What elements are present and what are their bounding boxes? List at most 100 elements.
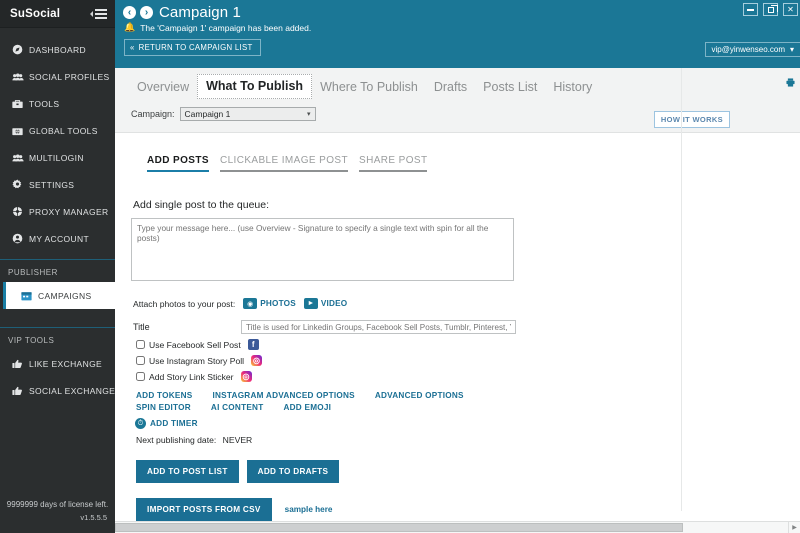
sidebar-item-proxy-manager[interactable]: PROXY MANAGER [0,198,115,225]
sidebar-item-settings[interactable]: SETTINGS [0,171,115,198]
add-story-link-sticker-checkbox[interactable] [136,372,145,381]
campaign-selector-label: Campaign: [131,109,175,119]
subtab-add-posts[interactable]: ADD POSTS [147,155,209,172]
attach-video-button[interactable]: ► VIDEO [303,298,348,309]
add-timer-row[interactable]: ⏱ ADD TIMER [135,418,800,429]
sidebar-item-like-exchange[interactable]: LIKE EXCHANGE [0,350,115,377]
arrow-right-circle-icon[interactable]: › [140,6,153,19]
sidebar-item-label: MY ACCOUNT [29,233,90,244]
campaign-select[interactable]: Campaign 1 ▾ [179,107,316,121]
tab-posts-list[interactable]: Posts List [475,76,545,99]
add-emoji-link[interactable]: ADD EMOJI [283,403,331,412]
title-field-row: Title [133,320,800,334]
add-to-drafts-button[interactable]: ADD TO DRAFTS [246,460,340,483]
facebook-sell-post-checkbox[interactable] [136,340,145,349]
instagram-icon: ◎ [240,371,252,382]
sidebar: SuSocial DASHBOARD SOCIAL PROFILES TOOLS… [0,0,115,533]
attach-photos-button[interactable]: ◉ PHOTOS [243,298,296,309]
application-window: SuSocial DASHBOARD SOCIAL PROFILES TOOLS… [0,0,800,533]
return-to-campaign-list-button[interactable]: « RETURN TO CAMPAIGN LIST [124,39,261,56]
user-email: vip@yinwenseo.com [711,45,785,54]
arrow-left-circle-icon[interactable]: ‹ [123,6,136,19]
restore-button[interactable] [763,3,778,16]
caret-left-icon [90,10,93,17]
sample-here-link[interactable]: sample here [285,505,333,514]
how-it-works-button[interactable]: HOW IT WORKS [653,111,730,128]
campaign-select-value: Campaign 1 [184,109,231,119]
primary-action-row: ADD TO POST LIST ADD TO DRAFTS [136,460,800,483]
user-account-menu[interactable]: vip@yinwenseo.com ▾ [704,42,800,57]
option-links-row-2: SPIN EDITOR AI CONTENT ADD EMOJI [136,403,800,412]
tab-drafts[interactable]: Drafts [426,76,475,99]
sidebar-item-label: DASHBOARD [29,44,86,55]
subtab-share-post[interactable]: SHARE POST [359,155,428,172]
calendar-icon [21,291,35,301]
sidebar-item-dashboard[interactable]: DASHBOARD [0,36,115,63]
ai-content-link[interactable]: AI CONTENT [211,403,264,412]
sidebar-item-multilogin[interactable]: MULTILOGIN [0,144,115,171]
sidebar-main-nav: DASHBOARD SOCIAL PROFILES TOOLS GLOBAL T… [0,28,115,252]
panel-divider [681,68,682,511]
title-input[interactable] [241,320,516,334]
add-timer-link[interactable]: ADD TIMER [150,419,198,428]
advanced-options-link[interactable]: ADVANCED OPTIONS [375,391,464,400]
content-area: Overview What To Publish Where To Publis… [115,68,800,533]
globe-tools-icon [12,126,26,136]
title-label: Title [133,322,150,332]
sidebar-item-tools[interactable]: TOOLS [0,90,115,117]
thumbs-up-icon [12,386,26,396]
subtab-clickable-image-post[interactable]: CLICKABLE IMAGE POST [219,155,348,172]
message-textarea[interactable] [131,218,514,281]
scrollbar-thumb[interactable] [115,523,683,532]
alert-text: The 'Campaign 1' campaign has been added… [140,22,312,33]
sidebar-item-my-account[interactable]: MY ACCOUNT [0,225,115,252]
tab-overview[interactable]: Overview [129,76,197,99]
checkbox-label: Use Facebook Sell Post [149,339,241,350]
spin-editor-link[interactable]: SPIN EDITOR [136,403,191,412]
sidebar-item-campaigns[interactable]: CAMPAIGNS [3,282,115,309]
sidebar-item-global-tools[interactable]: GLOBAL TOOLS [0,117,115,144]
users-icon [12,72,26,82]
hamburger-icon[interactable] [90,8,107,19]
sub-tab-bar: ADD POSTS CLICKABLE IMAGE POST SHARE POS… [131,133,800,172]
add-to-post-list-button[interactable]: ADD TO POST LIST [136,460,239,483]
chevron-down-icon: ▾ [789,45,794,54]
sidebar-group-vip-tools: VIP TOOLS [8,336,55,345]
video-camera-icon: ► [303,298,318,309]
checkbox-label: Add Story Link Sticker [149,371,234,382]
checkbox-facebook-sell-post[interactable]: Use Facebook Sell Post f [136,339,800,350]
printer-icon[interactable] [786,78,795,89]
tab-history[interactable]: History [545,76,600,99]
chevron-down-icon: ▾ [307,111,311,118]
tab-bar-wrapper: Overview What To Publish Where To Publis… [115,68,800,133]
double-chevron-left-icon: « [130,43,135,52]
checkbox-add-story-link-sticker[interactable]: Add Story Link Sticker ◎ [136,371,800,382]
tab-what-to-publish[interactable]: What To Publish [197,74,313,99]
attach-label: Attach photos to your post: [133,298,236,309]
camera-icon: ◉ [243,298,258,309]
brand-name: SuSocial [10,7,61,20]
minimize-button[interactable] [743,3,758,16]
instagram-advanced-options-link[interactable]: INSTAGRAM ADVANCED OPTIONS [212,391,354,400]
horizontal-scrollbar[interactable]: ▶ [115,521,800,533]
video-label: VIDEO [320,299,348,308]
tab-bar: Overview What To Publish Where To Publis… [115,74,800,99]
brand-header: SuSocial [0,0,115,28]
close-button[interactable]: ✕ [783,3,798,16]
instagram-story-poll-checkbox[interactable] [136,356,145,365]
scroll-right-arrow-icon[interactable]: ▶ [788,522,800,533]
tab-where-to-publish[interactable]: Where To Publish [312,76,426,99]
sidebar-item-label: SOCIAL PROFILES [29,71,110,82]
import-posts-from-csv-button[interactable]: IMPORT POSTS FROM CSV [136,498,272,521]
compass-icon [12,44,26,55]
import-action-row: IMPORT POSTS FROM CSV sample here [136,498,800,521]
checkbox-instagram-story-poll[interactable]: Use Instagram Story Poll ◎ [136,355,800,366]
sidebar-item-label: SETTINGS [29,179,75,190]
users-icon [12,153,26,163]
toolbox-icon [12,99,26,109]
sidebar-item-social-exchange[interactable]: SOCIAL EXCHANGE [0,377,115,404]
next-publishing-value: NEVER [222,435,253,445]
add-tokens-link[interactable]: ADD TOKENS [136,391,192,400]
sidebar-item-social-profiles[interactable]: SOCIAL PROFILES [0,63,115,90]
gear-icon [12,179,26,190]
